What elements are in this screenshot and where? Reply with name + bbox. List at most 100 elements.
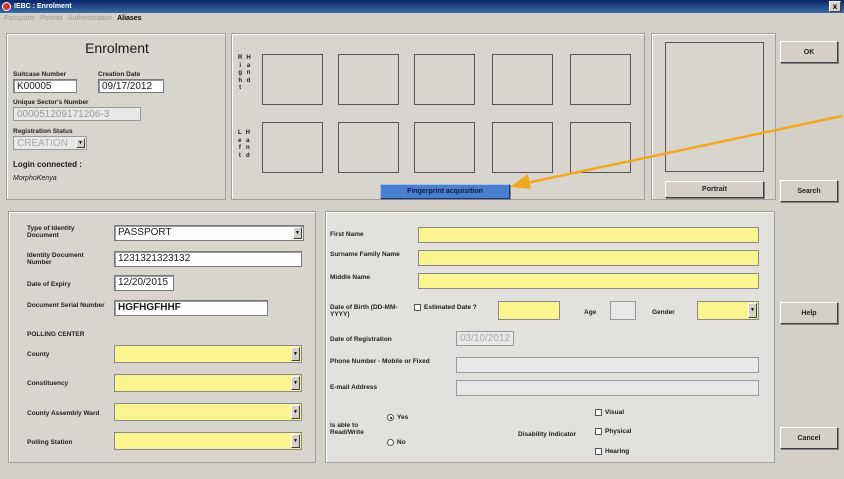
expiry-field[interactable]: 12/20/2015 — [114, 275, 174, 291]
disability-hearing-option[interactable]: Hearing — [595, 448, 629, 455]
sector-number-label: Unique Sector's Number — [13, 99, 89, 106]
county-select[interactable]: ▼ — [114, 345, 302, 363]
chevron-down-icon[interactable]: ▼ — [291, 405, 300, 419]
disability-physical-option[interactable]: Physical — [595, 428, 631, 435]
read-write-yes-radio[interactable] — [387, 414, 394, 421]
disability-visual-option[interactable]: Visual — [595, 409, 624, 416]
panel-heading: Enrolment — [85, 40, 149, 56]
fingerprint-slot-right-thumb[interactable] — [262, 54, 323, 105]
chevron-down-icon[interactable]: ▼ — [291, 434, 300, 448]
chevron-down-icon[interactable]: ▼ — [748, 303, 757, 318]
disability-label: Disability Indicator — [518, 431, 577, 438]
county-label: County — [27, 351, 50, 358]
hearing-label: Hearing — [605, 448, 630, 455]
first-name-field[interactable] — [418, 227, 759, 243]
ok-button[interactable]: OK — [780, 41, 838, 63]
fingerprint-slot-right-middle[interactable] — [414, 54, 475, 105]
menu-passports[interactable]: Passports — [4, 15, 35, 22]
phone-label: Phone Number - Mobile or Fixed — [330, 358, 430, 365]
polling-station-select[interactable]: ▼ — [114, 432, 302, 450]
read-write-no-label: No — [397, 439, 406, 446]
expiry-label: Date of Expiry — [27, 281, 71, 288]
doc-number-field[interactable]: 1231321323132 — [114, 251, 302, 267]
chevron-down-icon[interactable]: ▼ — [293, 227, 302, 239]
estimated-date-label: Estimated Date ? — [424, 304, 477, 311]
age-label: Age — [584, 309, 597, 316]
close-button[interactable]: x — [829, 1, 841, 12]
fingerprint-slot-right-little[interactable] — [570, 54, 631, 105]
doc-number-label: Identity Document Number — [27, 252, 84, 266]
read-write-yes-option[interactable]: Yes — [387, 414, 408, 421]
ward-select[interactable]: ▼ — [114, 403, 302, 421]
app-icon — [2, 2, 11, 11]
ward-label: County Assembly Ward — [27, 410, 100, 417]
read-write-no-radio[interactable] — [387, 439, 394, 446]
cancel-button[interactable]: Cancel — [780, 427, 838, 449]
fingerprint-slot-left-thumb[interactable] — [262, 122, 323, 173]
first-name-label: First Name — [330, 231, 364, 238]
doc-type-label: Type of Identity Document — [27, 225, 75, 239]
polling-station-label: Polling Station — [27, 439, 73, 446]
email-label: E-mail Address — [330, 384, 378, 391]
gender-label: Gender — [652, 309, 675, 316]
middle-name-field[interactable] — [418, 273, 759, 289]
fingerprint-slot-right-ring[interactable] — [492, 54, 553, 105]
serial-label: Document Serial Number — [27, 302, 105, 309]
doc-type-select[interactable]: PASSPORT ▼ — [114, 225, 304, 241]
polling-center-heading: POLLING CENTER — [27, 331, 85, 338]
left-hand-label: Left Hand — [238, 130, 251, 159]
registration-status-select[interactable]: CREATION ▼ — [13, 136, 87, 150]
identity-panel: Type of Identity Document PASSPORT ▼ Ide… — [8, 211, 316, 463]
fingerprint-slot-left-index[interactable] — [338, 122, 399, 173]
registration-date-label: Date of Registration — [330, 336, 392, 343]
constituency-label: Constituency — [27, 380, 69, 387]
read-write-no-option[interactable]: No — [387, 439, 406, 446]
fingerprint-slot-left-middle[interactable] — [414, 122, 475, 173]
phone-field[interactable] — [456, 357, 759, 373]
enrolment-panel: Enrolment Suitcase Number K00005 Creatio… — [6, 33, 226, 200]
gender-select[interactable]: ▼ — [697, 301, 759, 320]
age-field — [610, 301, 636, 320]
estimated-date-option[interactable]: Estimated Date ? — [414, 304, 477, 311]
login-label: Login connected : — [13, 160, 82, 169]
read-write-label: Is able to Read/Write — [330, 422, 364, 436]
surname-label: Surname Family Name — [330, 251, 400, 258]
chevron-down-icon[interactable]: ▼ — [291, 376, 300, 390]
menu-authentication[interactable]: Authentication — [68, 15, 112, 22]
read-write-yes-label: Yes — [397, 414, 409, 421]
registration-date-field: 03/10/2012 — [456, 331, 514, 346]
fingerprint-slot-right-index[interactable] — [338, 54, 399, 105]
email-field[interactable] — [456, 380, 759, 396]
chevron-down-icon[interactable]: ▼ — [76, 138, 85, 148]
physical-checkbox[interactable] — [595, 428, 602, 435]
fingerprint-acquisition-button[interactable]: Fingerprint acquisition — [380, 184, 510, 199]
window-titlebar: IEBC : Enrolment x — [0, 0, 844, 13]
annotation-arrow-icon — [510, 114, 843, 189]
visual-label: Visual — [605, 409, 625, 416]
personal-details-panel: First Name Surname Family Name Middle Na… — [325, 211, 775, 463]
menu-aliases[interactable]: Aliases — [117, 15, 142, 22]
visual-checkbox[interactable] — [595, 409, 602, 416]
sector-number-field: 000051209171206-3 — [13, 107, 141, 121]
menu-portrait[interactable]: Portrait — [40, 15, 63, 22]
menu-bar: Passports Portrait Authentication Aliase… — [0, 13, 844, 24]
registration-status-label: Registration Status — [13, 128, 73, 135]
constituency-select[interactable]: ▼ — [114, 374, 302, 392]
physical-label: Physical — [605, 428, 632, 435]
hearing-checkbox[interactable] — [595, 448, 602, 455]
doc-type-value: PASSPORT — [118, 227, 172, 238]
window-title: IEBC : Enrolment — [14, 3, 72, 10]
creation-date-label: Creation Date — [98, 71, 141, 78]
creation-date-field[interactable]: 09/17/2012 — [98, 79, 164, 93]
suitcase-label: Suitcase Number — [13, 71, 67, 78]
login-value: MorphoKenya — [13, 175, 57, 182]
chevron-down-icon[interactable]: ▼ — [291, 347, 300, 361]
dob-field[interactable] — [498, 301, 560, 320]
middle-name-label: Middle Name — [330, 274, 371, 281]
dob-label: Date of Birth (DD-MM-YYYY) — [330, 304, 398, 318]
serial-field[interactable]: HGFHGFHHF — [114, 300, 268, 316]
surname-field[interactable] — [418, 250, 759, 266]
estimated-date-checkbox[interactable] — [414, 304, 421, 311]
help-button[interactable]: Help — [780, 302, 838, 324]
suitcase-field[interactable]: K00005 — [13, 79, 77, 93]
